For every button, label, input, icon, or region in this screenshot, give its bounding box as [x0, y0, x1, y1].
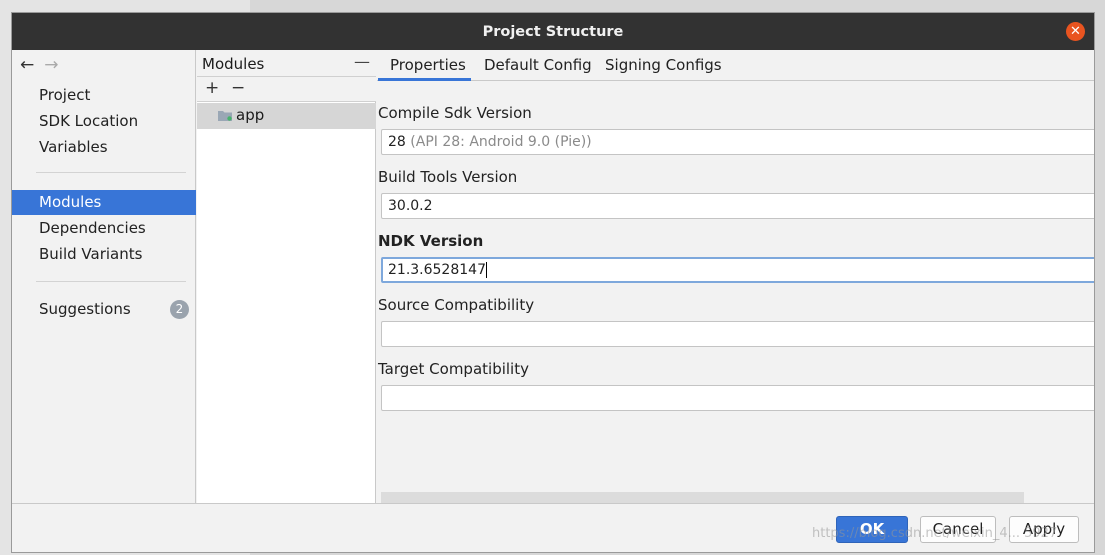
tab-properties[interactable]: Properties: [378, 50, 471, 81]
modules-panel: Modules — + − app: [197, 50, 376, 503]
close-button[interactable]: ✕: [1066, 22, 1085, 41]
ndk-version-field[interactable]: 21.3.6528147: [381, 257, 1094, 283]
target-compatibility-label: Target Compatibility: [378, 360, 529, 378]
sidebar-item-label: Modules: [39, 193, 102, 211]
module-item-app[interactable]: app: [197, 103, 376, 129]
tab-label: Signing Configs: [605, 56, 722, 74]
sidebar-divider: [36, 281, 186, 282]
suggestions-count-badge: 2: [170, 300, 189, 319]
sidebar-item-suggestions[interactable]: Suggestions 2: [12, 297, 196, 322]
text-caret: [485, 262, 487, 278]
modules-toolbar: + −: [197, 77, 376, 102]
tab-label: Properties: [390, 56, 466, 74]
source-compatibility-label: Source Compatibility: [378, 296, 535, 314]
sidebar-item-label: Dependencies: [39, 219, 146, 237]
ndk-version-value: 21.3.6528147: [388, 262, 486, 278]
sidebar: ← → Project SDK Location Variables Modul…: [12, 50, 196, 503]
title-bar: Project Structure ✕: [12, 13, 1094, 50]
project-structure-dialog: Project Structure ✕ ← → Project SDK Loca…: [11, 12, 1095, 553]
source-compatibility-field[interactable]: [381, 321, 1094, 347]
compile-sdk-field[interactable]: 28 (API 28: Android 9.0 (Pie)): [381, 129, 1094, 155]
module-folder-icon: [218, 111, 232, 121]
forward-arrow-icon[interactable]: →: [44, 55, 58, 75]
watermark: https://blog.csdn.net/weixin_4... 5927: [812, 526, 1058, 541]
modules-header: Modules —: [197, 50, 376, 77]
tab-signing-configs[interactable]: Signing Configs: [605, 50, 722, 81]
properties-panel: Properties Default Config Signing Config…: [377, 50, 1094, 503]
sidebar-item-dependencies[interactable]: Dependencies: [12, 216, 196, 241]
tab-bar: Properties Default Config Signing Config…: [377, 50, 1094, 81]
add-module-icon[interactable]: +: [205, 78, 219, 98]
nav-arrows: ← →: [20, 55, 59, 75]
close-icon: ✕: [1070, 24, 1081, 39]
compile-sdk-hint: (API 28: Android 9.0 (Pie)): [410, 134, 592, 150]
collapse-icon[interactable]: —: [354, 52, 370, 71]
back-arrow-icon[interactable]: ←: [20, 55, 34, 75]
build-tools-label: Build Tools Version: [378, 168, 518, 186]
build-tools-value: 30.0.2: [388, 198, 433, 214]
horizontal-scrollbar[interactable]: [381, 492, 1024, 503]
sidebar-item-label: SDK Location: [39, 112, 139, 130]
sidebar-item-modules[interactable]: Modules: [12, 190, 196, 215]
tab-label: Default Config: [484, 56, 592, 74]
remove-module-icon[interactable]: −: [231, 78, 245, 98]
sidebar-item-build-variants[interactable]: Build Variants: [12, 242, 196, 267]
ndk-version-label: NDK Version: [378, 232, 484, 250]
sidebar-divider: [36, 172, 186, 173]
compile-sdk-value: 28: [388, 134, 406, 150]
sidebar-item-project[interactable]: Project: [12, 83, 196, 108]
modules-header-label: Modules: [202, 55, 265, 73]
sidebar-item-label: Variables: [39, 138, 108, 156]
module-label: app: [236, 106, 265, 124]
sidebar-item-variables[interactable]: Variables: [12, 135, 196, 160]
tab-default-config[interactable]: Default Config: [484, 50, 592, 81]
window-title: Project Structure: [482, 23, 624, 40]
compile-sdk-label: Compile Sdk Version: [378, 104, 532, 122]
sidebar-item-label: Build Variants: [39, 245, 143, 263]
sidebar-item-label: Suggestions: [39, 300, 131, 318]
sidebar-item-sdk-location[interactable]: SDK Location: [12, 109, 196, 134]
sidebar-item-label: Project: [39, 86, 91, 104]
target-compatibility-field[interactable]: [381, 385, 1094, 411]
build-tools-field[interactable]: 30.0.2: [381, 193, 1094, 219]
